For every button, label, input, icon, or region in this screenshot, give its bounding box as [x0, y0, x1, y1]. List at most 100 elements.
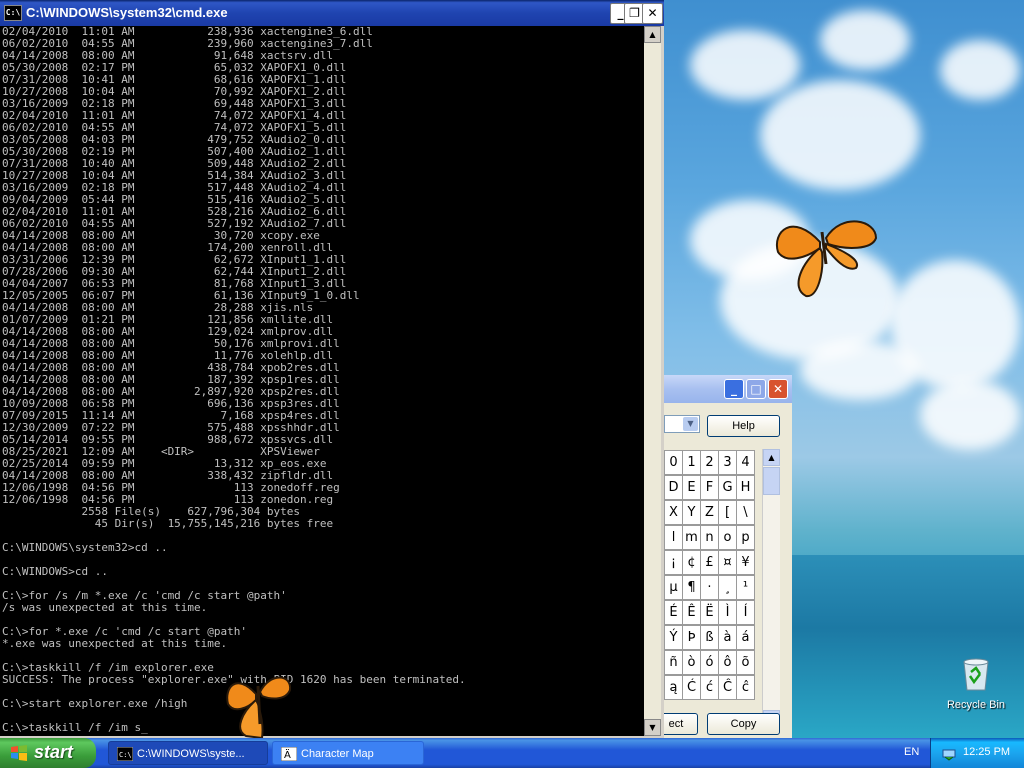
- console-line: C:\WINDOWS\system32>cd ..: [2, 541, 168, 554]
- system-tray: 12:25 PM: [930, 738, 1024, 768]
- character-cell[interactable]: \: [736, 500, 755, 525]
- console-line: SUCCESS: The process "explorer.exe" with…: [2, 673, 466, 686]
- character-cell[interactable]: Y: [682, 500, 701, 525]
- character-cell[interactable]: Þ: [682, 625, 701, 650]
- cloud: [920, 380, 1020, 450]
- scroll-thumb[interactable]: [763, 467, 780, 495]
- console-output[interactable]: 02/04/2010 11:01 AM 238,936 xactengine3_…: [0, 26, 644, 736]
- character-grid[interactable]: 0 1 2 3 4 D E F G H X Y Z[\ l m n o p ¡ ¢ £ ¤ ¥ µ ¶ · ¸ ¹ É Ê Ë Ì Í Ý Þß à á…: [664, 449, 762, 727]
- character-cell[interactable]: ¸: [718, 575, 737, 600]
- console-line: 45 Dir(s) 15,755,145,216 bytes free: [2, 517, 334, 530]
- taskbar-item-label: C:\WINDOWS\syste...: [137, 748, 245, 760]
- cloud: [940, 40, 1020, 100]
- character-cell[interactable]: ¶: [682, 575, 701, 600]
- copy-button[interactable]: Copy: [707, 713, 780, 735]
- character-cell[interactable]: n: [700, 525, 719, 550]
- cmd-icon[interactable]: C:\: [4, 5, 22, 21]
- character-cell[interactable]: 4: [736, 450, 755, 475]
- character-cell[interactable]: á: [736, 625, 755, 650]
- character-cell[interactable]: E: [682, 475, 701, 500]
- cmd-icon: C:\: [117, 747, 133, 761]
- close-button[interactable]: ✕: [642, 3, 663, 24]
- character-cell[interactable]: ĉ: [736, 675, 755, 700]
- character-cell[interactable]: D: [664, 475, 683, 500]
- character-cell[interactable]: Ć: [682, 675, 701, 700]
- butterfly-icon: [775, 220, 878, 297]
- safely-remove-hardware-icon[interactable]: [941, 745, 957, 761]
- charmap-scrollbar[interactable]: ▲ ▼: [762, 449, 780, 727]
- close-button[interactable]: ✕: [768, 379, 788, 399]
- character-cell[interactable]: m: [682, 525, 701, 550]
- charmap-icon: Ä: [281, 747, 297, 761]
- console-line: *.exe was unexpected at this time.: [2, 637, 228, 650]
- character-cell[interactable]: ·: [700, 575, 719, 600]
- character-cell[interactable]: Ì: [718, 600, 737, 625]
- taskbar-item-label: Character Map: [301, 748, 374, 760]
- console-line: /s was unexpected at this time.: [2, 601, 208, 614]
- charmap-window[interactable]: _ □ ✕ ▼ Help 0 1 2 3 4 D E F G H X Y Z[\ l m n o p ¡ ¢ £ ¤ ¥ µ ¶…: [664, 375, 792, 738]
- console-line: C:\>start explorer.exe /high: [2, 697, 188, 710]
- start-button[interactable]: start: [0, 738, 96, 768]
- console-scrollbar[interactable]: ▲ ▼: [644, 26, 661, 736]
- cmd-titlebar[interactable]: C:\ C:\WINDOWS\system32\cmd.exe _ ❐ ✕: [0, 0, 664, 26]
- cloud: [800, 340, 920, 400]
- character-cell[interactable]: à: [718, 625, 737, 650]
- character-cell[interactable]: É: [664, 600, 683, 625]
- help-button[interactable]: Help: [707, 415, 780, 437]
- character-cell[interactable]: ¹: [736, 575, 755, 600]
- character-cell[interactable]: ¥: [736, 550, 755, 575]
- character-cell[interactable]: Ý: [664, 625, 683, 650]
- chevron-down-icon[interactable]: ▼: [683, 417, 698, 431]
- character-cell[interactable]: ¢: [682, 550, 701, 575]
- cmd-window[interactable]: C:\ C:\WINDOWS\system32\cmd.exe _ ❐ ✕ 02…: [0, 0, 664, 738]
- character-cell[interactable]: Ë: [700, 600, 719, 625]
- language-indicator[interactable]: EN: [904, 746, 919, 758]
- charmap-titlebar[interactable]: _ □ ✕: [664, 375, 792, 403]
- character-cell[interactable]: Ê: [682, 600, 701, 625]
- maximize-button[interactable]: □: [746, 379, 766, 399]
- character-cell[interactable]: ó: [700, 650, 719, 675]
- character-cell[interactable]: ò: [682, 650, 701, 675]
- character-cell[interactable]: õ: [736, 650, 755, 675]
- character-cell[interactable]: l: [664, 525, 683, 550]
- console-line: C:\WINDOWS>cd ..: [2, 565, 108, 578]
- character-cell[interactable]: 2: [700, 450, 719, 475]
- character-cell[interactable]: µ: [664, 575, 683, 600]
- character-cell[interactable]: Z: [700, 500, 719, 525]
- character-cell[interactable]: ą: [664, 675, 683, 700]
- character-cell[interactable]: ¡: [664, 550, 683, 575]
- character-cell[interactable]: ñ: [664, 650, 683, 675]
- font-select[interactable]: ▼: [664, 415, 700, 433]
- taskbar-item-cmd[interactable]: C:\ C:\WINDOWS\syste...: [108, 741, 268, 765]
- character-cell[interactable]: 0: [664, 450, 683, 475]
- character-cell[interactable]: ¤: [718, 550, 737, 575]
- recycle-bin[interactable]: Recycle Bin: [944, 656, 1008, 711]
- scroll-down-button[interactable]: ▼: [644, 719, 661, 736]
- character-cell[interactable]: ß: [700, 625, 719, 650]
- start-label: start: [34, 742, 74, 762]
- select-button[interactable]: ect: [664, 713, 698, 735]
- character-cell[interactable]: H: [736, 475, 755, 500]
- clock[interactable]: 12:25 PM: [963, 746, 1010, 758]
- taskbar-item-charmap[interactable]: Ä Character Map: [272, 741, 424, 765]
- character-cell[interactable]: ô: [718, 650, 737, 675]
- character-cell[interactable]: X: [664, 500, 683, 525]
- cloud: [820, 10, 910, 70]
- character-cell[interactable]: F: [700, 475, 719, 500]
- character-cell[interactable]: 3: [718, 450, 737, 475]
- character-cell[interactable]: ć: [700, 675, 719, 700]
- console-line: C:\>taskkill /f /im s_: [2, 721, 148, 734]
- character-cell[interactable]: Í: [736, 600, 755, 625]
- character-cell[interactable]: o: [718, 525, 737, 550]
- character-cell[interactable]: 1: [682, 450, 701, 475]
- character-cell[interactable]: [: [718, 500, 737, 525]
- character-cell[interactable]: p: [736, 525, 755, 550]
- recycle-bin-icon: [963, 658, 989, 691]
- scroll-up-button[interactable]: ▲: [644, 26, 661, 43]
- character-cell[interactable]: Ĉ: [718, 675, 737, 700]
- scroll-up-button[interactable]: ▲: [763, 449, 780, 466]
- character-cell[interactable]: G: [718, 475, 737, 500]
- taskbar: start C:\ C:\WINDOWS\syste... Ä Characte…: [0, 738, 1024, 768]
- character-cell[interactable]: £: [700, 550, 719, 575]
- minimize-button[interactable]: _: [724, 379, 744, 399]
